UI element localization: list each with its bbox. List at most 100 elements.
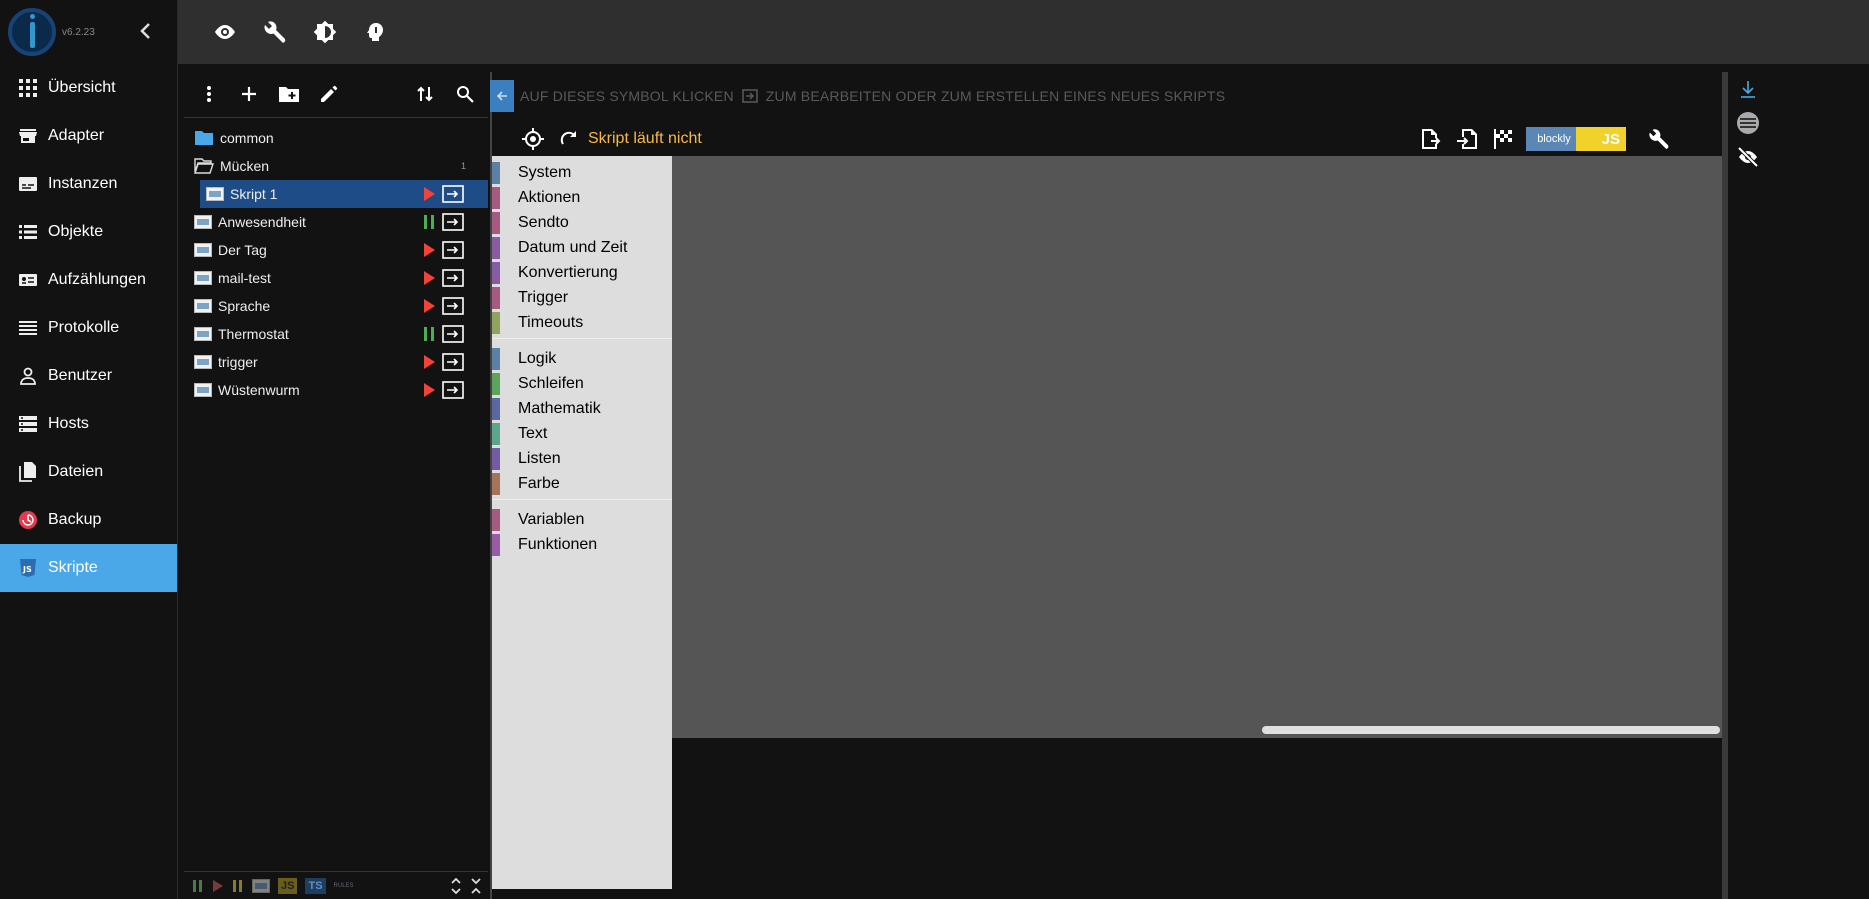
workspace-horizontal-scrollbar[interactable] <box>1262 726 1720 734</box>
script-row[interactable]: Anwesendheit <box>184 208 488 236</box>
toolbox-category-listen[interactable]: Listen <box>492 446 672 471</box>
category-label: Funktionen <box>518 535 598 553</box>
import-button[interactable] <box>1454 126 1480 152</box>
folder-name: Mücken <box>220 158 270 174</box>
convert-to-js-button[interactable]: blockly JS <box>1526 127 1626 151</box>
more-button[interactable] <box>198 83 220 105</box>
debug-button[interactable] <box>1490 126 1516 152</box>
export-script-button[interactable] <box>442 241 464 262</box>
script-row[interactable]: trigger <box>184 348 488 376</box>
scroll-down-button[interactable] <box>1735 76 1761 102</box>
toolbox-category-farbe[interactable]: Farbe <box>492 471 672 496</box>
nav-item-hosts[interactable]: Hosts <box>0 400 177 448</box>
blockly-workspace[interactable] <box>672 156 1722 738</box>
file-import-icon <box>1457 129 1477 149</box>
start-script-button[interactable] <box>422 187 436 204</box>
export-button[interactable] <box>1418 126 1444 152</box>
toolbox-category-system[interactable]: System <box>492 160 672 185</box>
toolbox-category-sendto[interactable]: Sendto <box>492 210 672 235</box>
folder-common[interactable]: common <box>184 124 488 152</box>
start-script-button[interactable] <box>422 383 436 400</box>
add-script-button[interactable] <box>238 83 260 105</box>
collapse-menu-button[interactable] <box>139 22 155 42</box>
start-script-button[interactable] <box>422 299 436 316</box>
restart-button[interactable] <box>558 128 580 150</box>
nav-item-dateien[interactable]: Dateien <box>0 448 177 496</box>
eye-button[interactable] <box>212 19 238 45</box>
toolbox-category-aktionen[interactable]: Aktionen <box>492 185 672 210</box>
pause-all-icon[interactable] <box>192 879 204 893</box>
js-filter[interactable]: JS <box>278 877 298 894</box>
script-row[interactable]: Wüstenwurm <box>184 376 488 404</box>
locate-button[interactable] <box>520 126 546 152</box>
nav-item-adapter[interactable]: Adapter <box>0 112 177 160</box>
toolbox-category-logik[interactable]: Logik <box>492 346 672 371</box>
log-panel-button[interactable] <box>1735 110 1761 136</box>
sort-button[interactable] <box>414 83 436 105</box>
play-all-icon[interactable] <box>212 879 224 893</box>
apps-icon <box>18 78 38 98</box>
exit-to-app-icon <box>442 381 464 399</box>
start-script-button[interactable] <box>422 271 436 288</box>
script-status: Skript läuft nicht <box>588 130 702 147</box>
nav-item-benutzer[interactable]: Benutzer <box>0 352 177 400</box>
theme-button[interactable] <box>312 19 338 45</box>
hide-panel-button[interactable] <box>1735 144 1761 170</box>
toolbox-category-trigger[interactable]: Trigger <box>492 285 672 310</box>
start-script-button[interactable] <box>422 243 436 260</box>
expert-mode-button[interactable] <box>362 19 388 45</box>
export-script-button[interactable] <box>442 353 464 374</box>
ts-filter[interactable]: TS <box>305 877 326 894</box>
toggle-tree-button[interactable] <box>490 80 514 112</box>
right-divider <box>1722 72 1728 899</box>
nav-item-backup[interactable]: Backup <box>0 496 177 544</box>
toolbox-category-datum-und-zeit[interactable]: Datum und Zeit <box>492 235 672 260</box>
export-script-button[interactable] <box>442 297 464 318</box>
toolbox-category-variablen[interactable]: Variablen <box>492 507 672 532</box>
script-name: Anwesendheit <box>218 214 306 230</box>
script-settings-button[interactable] <box>1646 126 1672 152</box>
toolbox-category-schleifen[interactable]: Schleifen <box>492 371 672 396</box>
head-icon <box>367 23 383 41</box>
nav-item-aufzählungen[interactable]: Aufzählungen <box>0 256 177 304</box>
script-row[interactable]: Thermostat <box>184 320 488 348</box>
settings-wrench-button[interactable] <box>262 19 288 45</box>
toolbox-category-funktionen[interactable]: Funktionen <box>492 532 672 557</box>
rules-filter[interactable]: RULES <box>334 883 354 889</box>
toolbox-category-text[interactable]: Text <box>492 421 672 446</box>
nav-item-instanzen[interactable]: Instanzen <box>0 160 177 208</box>
script-row[interactable]: mail-test <box>184 264 488 292</box>
start-script-button[interactable] <box>422 355 436 372</box>
export-script-button[interactable] <box>442 269 464 290</box>
export-script-button[interactable] <box>442 325 464 346</box>
exit-to-app-icon <box>742 89 758 103</box>
blockly-filter-icon[interactable] <box>252 878 270 893</box>
folder-muecken[interactable]: Mücken 1 <box>184 152 488 180</box>
nav-item-objekte[interactable]: Objekte <box>0 208 177 256</box>
rename-button[interactable] <box>318 83 340 105</box>
exit-to-app-icon <box>442 213 464 231</box>
add-folder-button[interactable] <box>278 83 300 105</box>
nav-item-skripte[interactable]: JS Skripte <box>0 544 177 592</box>
nav-item-übersicht[interactable]: Übersicht <box>0 64 177 112</box>
script-row[interactable]: Der Tag <box>184 236 488 264</box>
pause-icon[interactable] <box>232 879 244 893</box>
toolbox-category-mathematik[interactable]: Mathematik <box>492 396 672 421</box>
export-script-button[interactable] <box>442 381 464 402</box>
category-label: Mathematik <box>518 399 601 417</box>
script-row[interactable]: Skript 1 <box>200 180 488 208</box>
pause-script-button[interactable] <box>422 215 436 232</box>
search-button[interactable] <box>454 83 476 105</box>
export-script-button[interactable] <box>442 185 464 206</box>
export-script-button[interactable] <box>442 213 464 234</box>
script-row[interactable]: Sprache <box>184 292 488 320</box>
iobroker-logo[interactable] <box>8 8 56 56</box>
pause-script-button[interactable] <box>422 327 436 344</box>
nav-item-protokolle[interactable]: Protokolle <box>0 304 177 352</box>
toolbox-category-timeouts[interactable]: Timeouts <box>492 310 672 335</box>
app: v6.2.23 Übersicht Adapter Instanzen Objekte… <box>0 0 1869 899</box>
brightness-icon <box>313 20 337 44</box>
collapse-all-icon[interactable] <box>470 877 482 894</box>
toolbox-category-konvertierung[interactable]: Konvertierung <box>492 260 672 285</box>
expand-all-icon[interactable] <box>450 877 462 894</box>
